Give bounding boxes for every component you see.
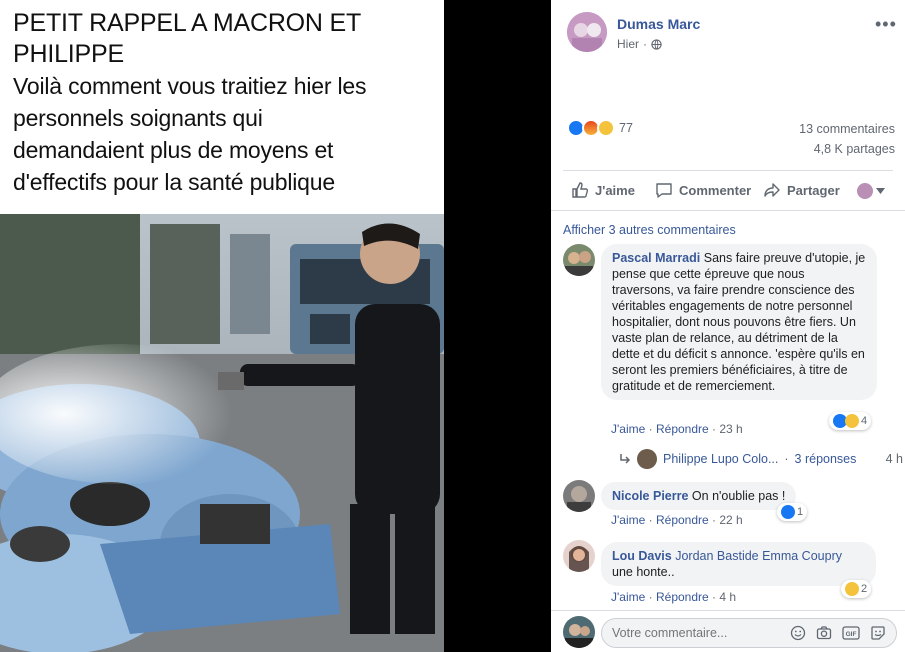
meme-line: personnels soignants qui bbox=[13, 105, 263, 131]
divider bbox=[563, 170, 893, 171]
comment-reaction-count: 2 bbox=[861, 583, 868, 595]
shares-count[interactable]: 4,8 K partages bbox=[814, 142, 895, 156]
show-more-comments-link[interactable]: Afficher 3 autres commentaires bbox=[563, 223, 736, 237]
reply-avatar bbox=[637, 449, 657, 469]
replies-count-link[interactable]: 3 réponses bbox=[795, 452, 857, 466]
meme-image: PETIT RAPPEL A MACRON ET PHILIPPE Voilà … bbox=[0, 0, 444, 652]
comment-bubble: Nicole Pierre On n'oublie pas ! bbox=[601, 482, 797, 510]
post-time: Hier · bbox=[617, 37, 662, 51]
comment-reaction-count: 1 bbox=[797, 506, 804, 518]
sad-reaction-icon bbox=[597, 119, 615, 137]
comment-button-label: Commenter bbox=[679, 182, 752, 198]
replies-row[interactable]: Philippe Lupo Colo... · 3 réponses 4 h bbox=[619, 449, 903, 469]
comment-text: une honte.. bbox=[612, 565, 675, 579]
comment-meta: J'aime · Répondre · 4 h bbox=[611, 590, 737, 604]
more-options-icon[interactable]: ••• bbox=[875, 14, 897, 35]
comment-time[interactable]: 4 h bbox=[719, 590, 736, 604]
divider bbox=[551, 610, 905, 611]
comment-input[interactable] bbox=[612, 626, 784, 640]
protest-photo bbox=[0, 214, 444, 652]
comment-text: Sans faire preuve d'utopie, je pense que… bbox=[612, 251, 866, 393]
author-avatar[interactable] bbox=[567, 12, 607, 52]
meme-line: Voilà comment vous traitiez hier les bbox=[13, 73, 367, 99]
emoji-icon[interactable] bbox=[790, 625, 806, 641]
share-button-label: Partager bbox=[787, 182, 840, 198]
meme-caption: PETIT RAPPEL A MACRON ET PHILIPPE Voilà … bbox=[0, 0, 444, 214]
meme-line: demandaient plus de moyens et bbox=[13, 137, 334, 163]
comments-count[interactable]: 13 commentaires bbox=[799, 122, 895, 136]
small-avatar bbox=[857, 183, 873, 199]
comment-like-link[interactable]: J'aime bbox=[611, 422, 645, 436]
caret-down-icon bbox=[876, 188, 885, 194]
commenter-avatar[interactable] bbox=[563, 480, 595, 512]
dot-separator: · bbox=[784, 452, 789, 466]
sticker-icon[interactable] bbox=[870, 625, 886, 641]
comment-like-link[interactable]: J'aime bbox=[611, 590, 645, 604]
comment-bubble: Lou Davis Jordan Bastide Emma Coupry une… bbox=[601, 542, 876, 586]
divider bbox=[551, 210, 905, 211]
commenter-name[interactable]: Pascal Marradi bbox=[612, 251, 700, 265]
meme-line: PHILIPPE bbox=[13, 40, 124, 68]
comment-reply-link[interactable]: Répondre bbox=[656, 590, 709, 604]
like-reaction-icon bbox=[781, 505, 795, 519]
comment-time[interactable]: 22 h bbox=[719, 513, 742, 527]
reply-arrow-icon bbox=[620, 454, 631, 464]
share-arrow-icon bbox=[764, 183, 780, 197]
comment-tags[interactable]: Jordan Bastide Emma Coupry bbox=[675, 549, 842, 563]
comment-reply-link[interactable]: Répondre bbox=[656, 513, 709, 527]
commenter-name[interactable]: Nicole Pierre bbox=[612, 489, 688, 503]
comment-like-link[interactable]: J'aime bbox=[611, 513, 645, 527]
thumbs-up-icon bbox=[572, 182, 589, 198]
comment-reply-link[interactable]: Répondre bbox=[656, 422, 709, 436]
reply-time: 4 h bbox=[885, 452, 903, 466]
comment-reaction-count: 4 bbox=[861, 415, 868, 427]
like-button[interactable]: J'aime bbox=[571, 181, 635, 199]
comment-bubble: Pascal Marradi Sans faire preuve d'utopi… bbox=[601, 244, 877, 400]
commenter-name[interactable]: Lou Davis bbox=[612, 549, 672, 563]
reaction-summary[interactable]: 77 bbox=[567, 119, 633, 137]
comment-meta: J'aime · Répondre · 22 h bbox=[611, 513, 743, 527]
comment-meta: J'aime · Répondre · 23 h bbox=[611, 422, 743, 436]
gif-icon[interactable]: GIF bbox=[842, 625, 860, 641]
comment-time[interactable]: 23 h bbox=[719, 422, 742, 436]
photo-viewer[interactable]: PETIT RAPPEL A MACRON ET PHILIPPE Voilà … bbox=[0, 0, 551, 652]
camera-icon[interactable] bbox=[816, 625, 832, 641]
speech-bubble-icon bbox=[656, 183, 672, 198]
comment-reactions[interactable]: 4 bbox=[829, 412, 872, 430]
reply-author-name[interactable]: Philippe Lupo Colo... bbox=[663, 452, 778, 466]
comment-button[interactable]: Commenter bbox=[655, 181, 751, 199]
current-user-avatar bbox=[563, 616, 595, 648]
post-time-label[interactable]: Hier bbox=[617, 37, 639, 51]
audience-selector[interactable] bbox=[857, 183, 885, 199]
reaction-count: 77 bbox=[619, 121, 633, 135]
meme-line: PETIT RAPPEL A MACRON ET bbox=[13, 9, 362, 37]
commenter-avatar[interactable] bbox=[563, 244, 595, 276]
author-name[interactable]: Dumas Marc bbox=[617, 16, 700, 32]
svg-text:GIF: GIF bbox=[846, 631, 857, 638]
comment-reactions[interactable]: 2 bbox=[841, 580, 872, 598]
haha-reaction-icon bbox=[845, 414, 859, 428]
share-button[interactable]: Partager bbox=[763, 181, 840, 199]
like-button-label: J'aime bbox=[595, 182, 635, 198]
commenter-avatar[interactable] bbox=[563, 540, 595, 572]
comment-text: On n'oublie pas ! bbox=[691, 489, 786, 503]
comment-composer[interactable]: GIF bbox=[601, 618, 897, 648]
sad-reaction-icon bbox=[845, 582, 859, 596]
dot-separator: · bbox=[643, 37, 648, 51]
comment-reactions[interactable]: 1 bbox=[777, 503, 808, 521]
meme-line: d'effectifs pour la santé publique bbox=[13, 169, 335, 195]
globe-icon bbox=[651, 38, 662, 50]
post-sidebar: Dumas Marc Hier · ••• 77 13 commentaires… bbox=[551, 0, 905, 652]
